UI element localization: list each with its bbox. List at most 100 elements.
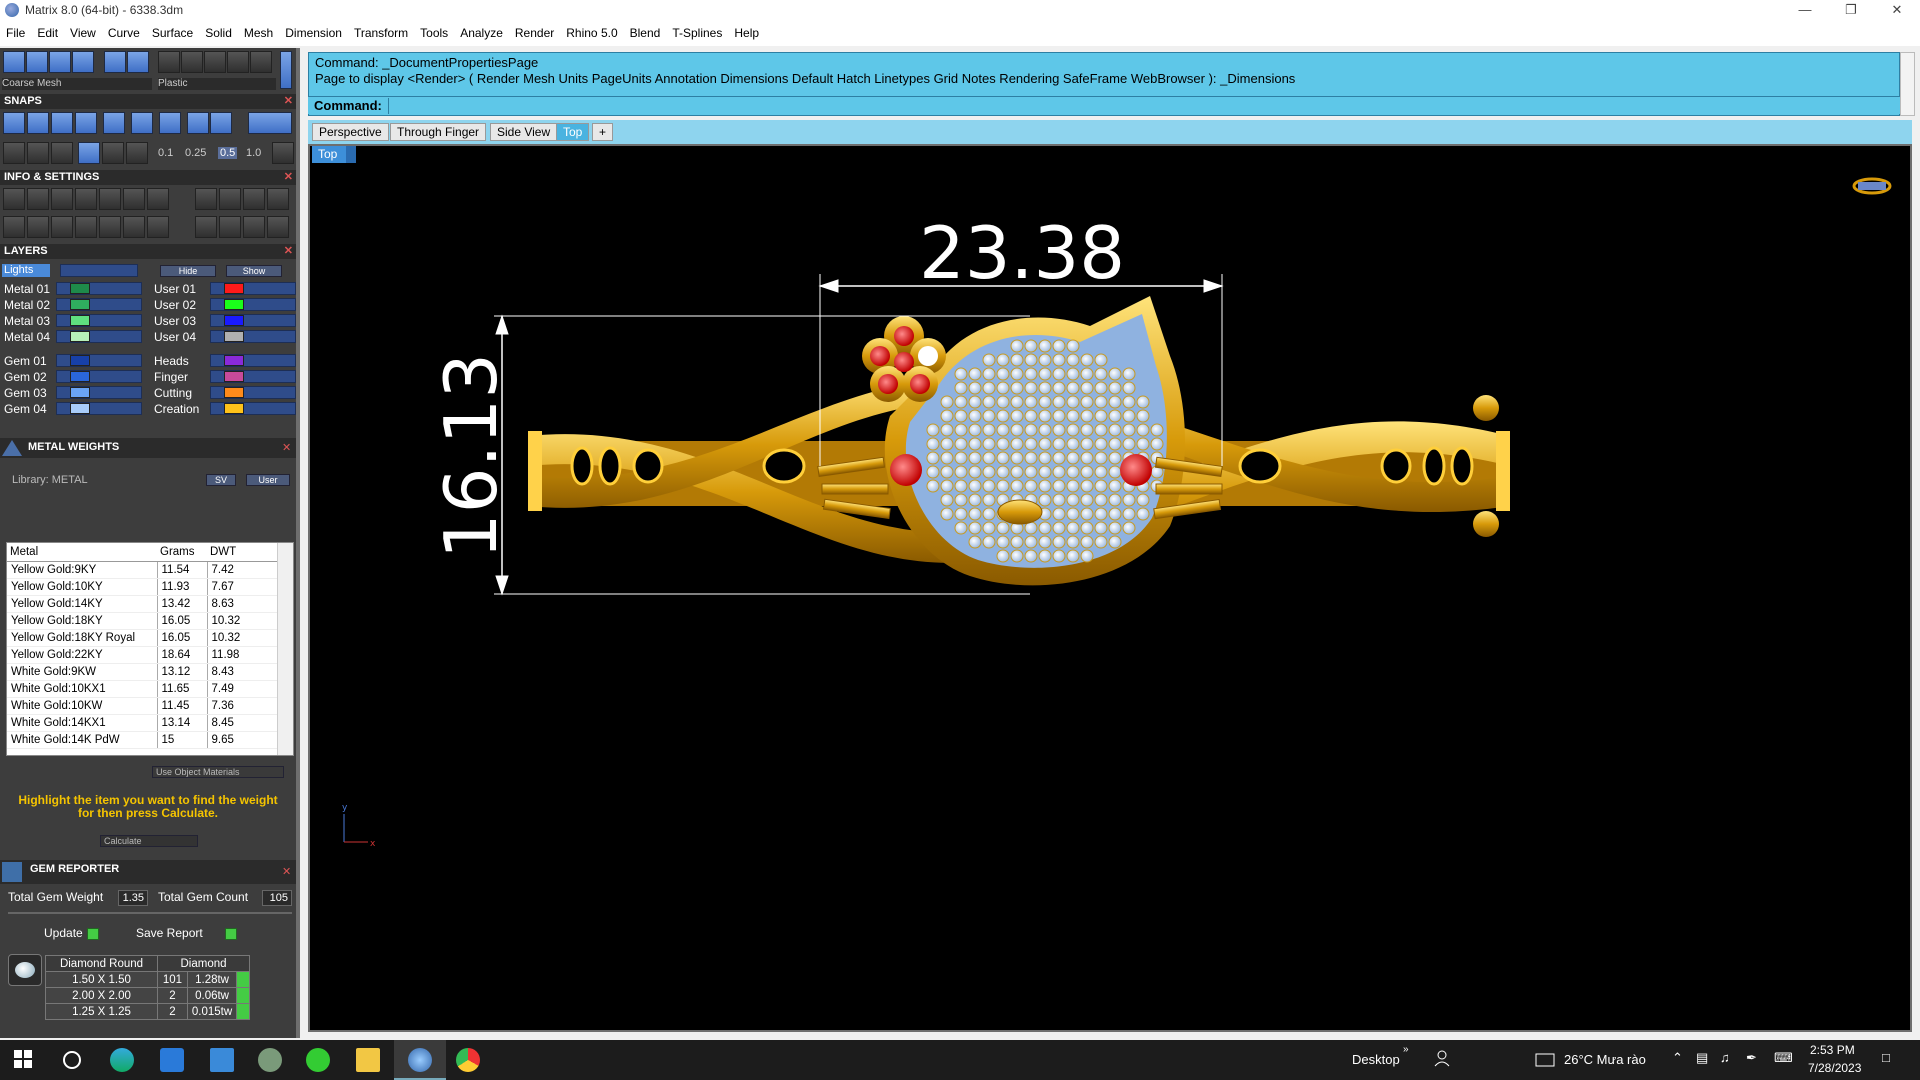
material-select[interactable]: Plastic: [158, 78, 276, 90]
layer-row[interactable]: Cutting: [152, 386, 296, 400]
snap-quad-icon[interactable]: [210, 112, 232, 134]
layer-color-swatch[interactable]: [70, 355, 90, 366]
table-row[interactable]: 1.25 X 1.25 2 0.015tw: [45, 1003, 250, 1020]
notifications-icon[interactable]: □: [1882, 1050, 1890, 1065]
weather-icon[interactable]: [1534, 1048, 1556, 1072]
chrome-icon[interactable]: [456, 1048, 480, 1072]
layer-color-swatch[interactable]: [70, 371, 90, 382]
menu-blend[interactable]: Blend: [630, 26, 661, 40]
snap-cen-icon[interactable]: [103, 112, 125, 134]
layer-color-swatch[interactable]: [70, 315, 90, 326]
show-button[interactable]: Show: [226, 265, 282, 277]
display-settings-icon[interactable]: [127, 51, 149, 73]
layer-row[interactable]: Finger: [152, 370, 296, 384]
snap-value-1[interactable]: 0.1: [158, 147, 173, 159]
edge-icon[interactable]: [110, 1048, 134, 1072]
layer-row[interactable]: User 02: [152, 298, 296, 312]
layer-row[interactable]: Metal 01: [2, 282, 142, 296]
table-row[interactable]: 1.50 X 1.50 101 1.28tw: [45, 971, 250, 988]
menu-analyze[interactable]: Analyze: [460, 26, 503, 40]
zoom-icon[interactable]: [27, 188, 49, 210]
snap-value-4[interactable]: 1.0: [246, 147, 261, 159]
weather-text[interactable]: 26°C Mưa rào: [1564, 1052, 1646, 1067]
command-input[interactable]: [388, 98, 1878, 114]
filter-icon[interactable]: [99, 216, 121, 238]
layer-color-swatch[interactable]: [70, 331, 90, 342]
material-sphere-4-icon[interactable]: [227, 51, 249, 73]
table-row[interactable]: Yellow Gold:9KY 11.54 7.42: [7, 561, 279, 579]
gem-tool-3-icon[interactable]: [243, 216, 265, 238]
table-row[interactable]: White Gold:10KW 11.45 7.36: [7, 697, 279, 715]
maximize-button[interactable]: ❐: [1828, 0, 1874, 20]
windows-start-icon[interactable]: [12, 1048, 36, 1072]
viewports-icon[interactable]: [3, 216, 25, 238]
layer-color-swatch[interactable]: [224, 403, 244, 414]
keyboard-icon[interactable]: ⌨: [1774, 1050, 1793, 1066]
top-viewport[interactable]: Top 23.38 16.13 y x: [308, 144, 1912, 1032]
update-button[interactable]: Update: [44, 926, 99, 940]
menu-rhino[interactable]: Rhino 5.0: [566, 26, 617, 40]
table-row[interactable]: White Gold:10KX1 11.65 7.49: [7, 680, 279, 698]
tab-side-view[interactable]: Side View: [490, 123, 558, 141]
layer-color-swatch[interactable]: [224, 283, 244, 294]
layer-controls[interactable]: [210, 314, 296, 327]
play-icon[interactable]: [236, 1003, 250, 1020]
layer-controls[interactable]: [56, 386, 142, 399]
chevron-icon[interactable]: »: [1403, 1044, 1409, 1055]
snap-int-icon[interactable]: [131, 112, 153, 134]
table-row[interactable]: White Gold:14KX1 13.14 8.45: [7, 714, 279, 732]
gem-tool-icon[interactable]: [195, 216, 217, 238]
app-icon[interactable]: [258, 1048, 282, 1072]
menu-transform[interactable]: Transform: [354, 26, 408, 40]
snap-near-icon[interactable]: [27, 112, 49, 134]
grid-icon[interactable]: [272, 142, 294, 164]
mail-icon[interactable]: [210, 1048, 234, 1072]
layer-row[interactable]: User 04: [152, 330, 296, 344]
mesh-select[interactable]: Coarse Mesh: [2, 78, 152, 90]
view-gizmo-icon[interactable]: [1852, 177, 1892, 195]
close-button[interactable]: ✕: [1874, 0, 1920, 20]
snap-ortho-icon[interactable]: [248, 112, 292, 134]
gem-tool-2-icon[interactable]: [219, 216, 241, 238]
layer-color-swatch[interactable]: [224, 315, 244, 326]
clock-date[interactable]: 7/28/2023: [1808, 1061, 1861, 1075]
minus-icon[interactable]: [27, 216, 49, 238]
layer-row[interactable]: User 03: [152, 314, 296, 328]
lights-layer[interactable]: Lights: [2, 264, 50, 277]
table-row[interactable]: Yellow Gold:14KY 13.42 8.63: [7, 595, 279, 613]
lights-controls[interactable]: [60, 264, 138, 277]
table-row[interactable]: 2.00 X 2.00 2 0.06tw: [45, 987, 250, 1004]
menu-surface[interactable]: Surface: [152, 26, 193, 40]
document-icon[interactable]: [99, 188, 121, 210]
layer-controls[interactable]: [210, 402, 296, 415]
tab-through-finger[interactable]: Through Finger: [390, 123, 487, 141]
play-icon[interactable]: [236, 971, 250, 988]
snap-point-icon[interactable]: [51, 112, 73, 134]
menu-tsplines[interactable]: T-Splines: [672, 26, 722, 40]
tab-perspective[interactable]: Perspective: [312, 123, 389, 141]
material-icon[interactable]: [147, 188, 169, 210]
library-icon[interactable]: [75, 188, 97, 210]
snap-value-2[interactable]: 0.25: [185, 147, 206, 159]
layer-row[interactable]: Gem 01: [2, 354, 142, 368]
measure-icon[interactable]: [51, 188, 73, 210]
table-row[interactable]: White Gold:9KW 13.12 8.43: [7, 663, 279, 681]
chevron-up-icon[interactable]: ⌃: [1672, 1050, 1683, 1066]
menu-edit[interactable]: Edit: [37, 26, 58, 40]
layer-row[interactable]: Gem 02: [2, 370, 142, 384]
cylinder-icon[interactable]: [75, 216, 97, 238]
user-button[interactable]: User: [246, 474, 290, 486]
layout-icon[interactable]: [219, 188, 241, 210]
layer-row[interactable]: User 01: [152, 282, 296, 296]
layer-controls[interactable]: [56, 402, 142, 415]
table-row[interactable]: Yellow Gold:18KY Royal 16.05 10.32: [7, 629, 279, 647]
menu-help[interactable]: Help: [734, 26, 759, 40]
material-sphere-5-icon[interactable]: [250, 51, 272, 73]
transform-icon[interactable]: [123, 216, 145, 238]
snap-vertex-icon[interactable]: [126, 142, 148, 164]
material-sphere-2-icon[interactable]: [181, 51, 203, 73]
volume-icon[interactable]: ♫: [1720, 1050, 1730, 1065]
save-report-button[interactable]: Save Report: [136, 926, 237, 940]
layer-color-swatch[interactable]: [70, 283, 90, 294]
layer-row[interactable]: Metal 02: [2, 298, 142, 312]
